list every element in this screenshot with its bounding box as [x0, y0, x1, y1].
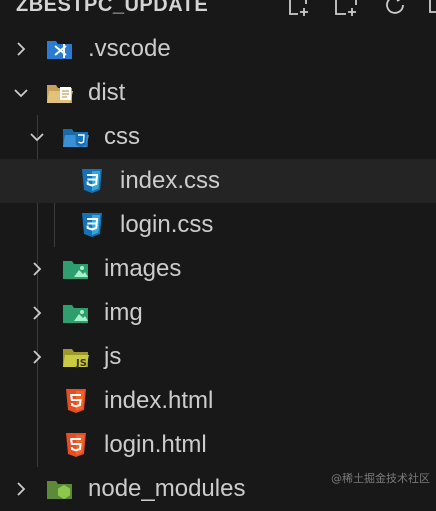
- explorer-header: ZBESTPC_UPDATE: [0, 0, 436, 18]
- tree-row-js[interactable]: JS js: [0, 335, 436, 379]
- tree-item-label: js: [104, 343, 122, 370]
- tree-row-index-html[interactable]: index.html: [0, 379, 436, 423]
- collapse-all-icon[interactable]: [428, 0, 436, 18]
- html5-file-icon: [62, 431, 90, 459]
- css3-file-icon: [78, 211, 106, 239]
- watermark: @稀土掘金技术社区: [331, 472, 430, 485]
- chevron-right-icon[interactable]: [28, 260, 46, 278]
- tree-row-img[interactable]: img: [0, 291, 436, 335]
- dist-folder-icon: [46, 79, 74, 107]
- node-folder-icon: [46, 475, 74, 503]
- tree-item-label: index.css: [120, 167, 221, 194]
- tree-item-label: login.html: [104, 431, 207, 458]
- tree-item-label: dist: [88, 79, 126, 106]
- tree-row-vscode[interactable]: .vscode: [0, 27, 436, 71]
- new-file-icon[interactable]: [286, 0, 312, 18]
- js-folder-icon: JS: [62, 343, 90, 371]
- tree-row-login-css[interactable]: login.css: [0, 203, 436, 247]
- tree-row-dist[interactable]: dist: [0, 71, 436, 115]
- tree-item-label: img: [104, 299, 143, 326]
- vscode-folder-icon: [46, 35, 74, 63]
- svg-text:JS: JS: [75, 358, 87, 369]
- tree-row-index-css[interactable]: index.css: [0, 159, 436, 203]
- tree-row-css[interactable]: css: [0, 115, 436, 159]
- tree-row-login-html[interactable]: login.html: [0, 423, 436, 467]
- tree-item-label: index.html: [104, 387, 214, 414]
- new-folder-icon[interactable]: [334, 0, 360, 18]
- tree-item-label: .vscode: [88, 35, 171, 62]
- tree-item-label: css: [104, 123, 140, 150]
- chevron-right-icon[interactable]: [12, 480, 30, 498]
- html5-file-icon: [62, 387, 90, 415]
- chevron-down-icon[interactable]: [28, 128, 46, 146]
- images-folder-icon: [62, 299, 90, 327]
- css3-file-icon: [78, 167, 106, 195]
- tree-item-label: images: [104, 255, 182, 282]
- images-folder-icon: [62, 255, 90, 283]
- tree-row-images[interactable]: images: [0, 247, 436, 291]
- chevron-down-icon[interactable]: [12, 84, 30, 102]
- project-title: ZBESTPC_UPDATE: [16, 0, 209, 16]
- tree-item-label: login.css: [120, 211, 214, 238]
- chevron-right-icon[interactable]: [12, 40, 30, 58]
- refresh-icon[interactable]: [382, 0, 408, 18]
- chevron-right-icon[interactable]: [28, 304, 46, 322]
- chevron-right-icon[interactable]: [28, 348, 46, 366]
- tree-item-label: node_modules: [88, 475, 246, 502]
- css-folder-icon: [62, 123, 90, 151]
